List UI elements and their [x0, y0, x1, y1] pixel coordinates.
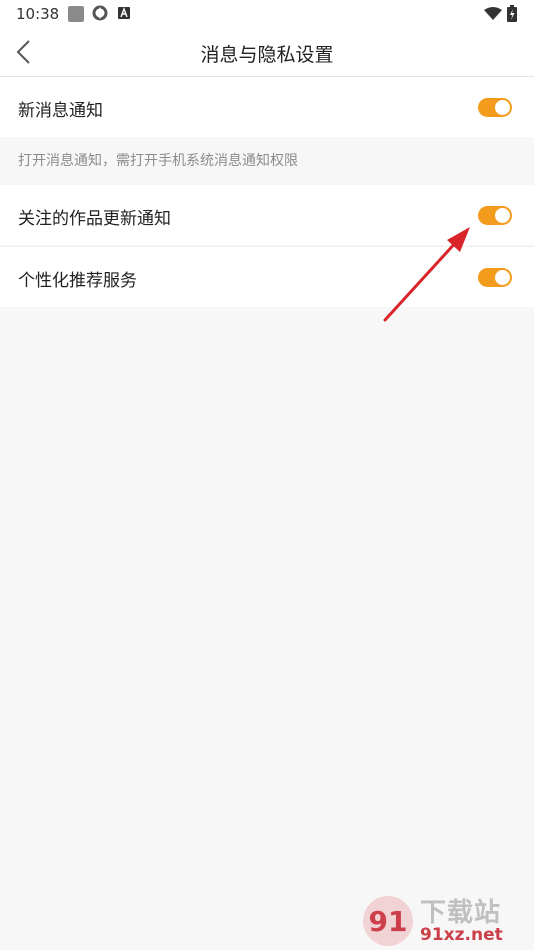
toggle-knob	[495, 208, 510, 223]
watermark-url: 91xz.net	[420, 925, 503, 945]
follow-updates-label: 关注的作品更新通知	[18, 209, 171, 229]
notification-permission-hint: 打开消息通知，需打开手机系统消息通知权限	[18, 153, 298, 169]
setting-row-personalized: 个性化推荐服务	[0, 247, 534, 307]
ring-icon	[92, 5, 108, 21]
a-letter-icon	[118, 7, 130, 19]
battery-charging-icon	[507, 5, 517, 22]
follow-updates-toggle[interactable]	[478, 206, 512, 225]
svg-text:91: 91	[369, 905, 408, 938]
watermark: 91 下载站 91xz.net	[362, 892, 534, 950]
watermark-title: 下载站	[420, 898, 502, 928]
status-bar: 10:38	[0, 0, 534, 28]
setting-row-new-message: 新消息通知	[0, 77, 534, 137]
square-notification-icon	[68, 6, 84, 22]
status-time: 10:38	[16, 5, 60, 23]
toggle-knob	[495, 100, 510, 115]
toggle-knob	[495, 270, 510, 285]
page-title: 消息与隐私设置	[200, 44, 334, 66]
new-message-label: 新消息通知	[18, 101, 103, 121]
new-message-toggle[interactable]	[478, 98, 512, 117]
personalized-label: 个性化推荐服务	[18, 271, 137, 291]
watermark-logo: 91	[363, 896, 413, 946]
page-header: 消息与隐私设置	[0, 28, 534, 77]
wifi-icon	[484, 6, 502, 20]
personalized-toggle[interactable]	[478, 268, 512, 287]
hint-section: 打开消息通知，需打开手机系统消息通知权限	[0, 137, 534, 184]
setting-row-follow-updates: 关注的作品更新通知	[0, 185, 534, 245]
